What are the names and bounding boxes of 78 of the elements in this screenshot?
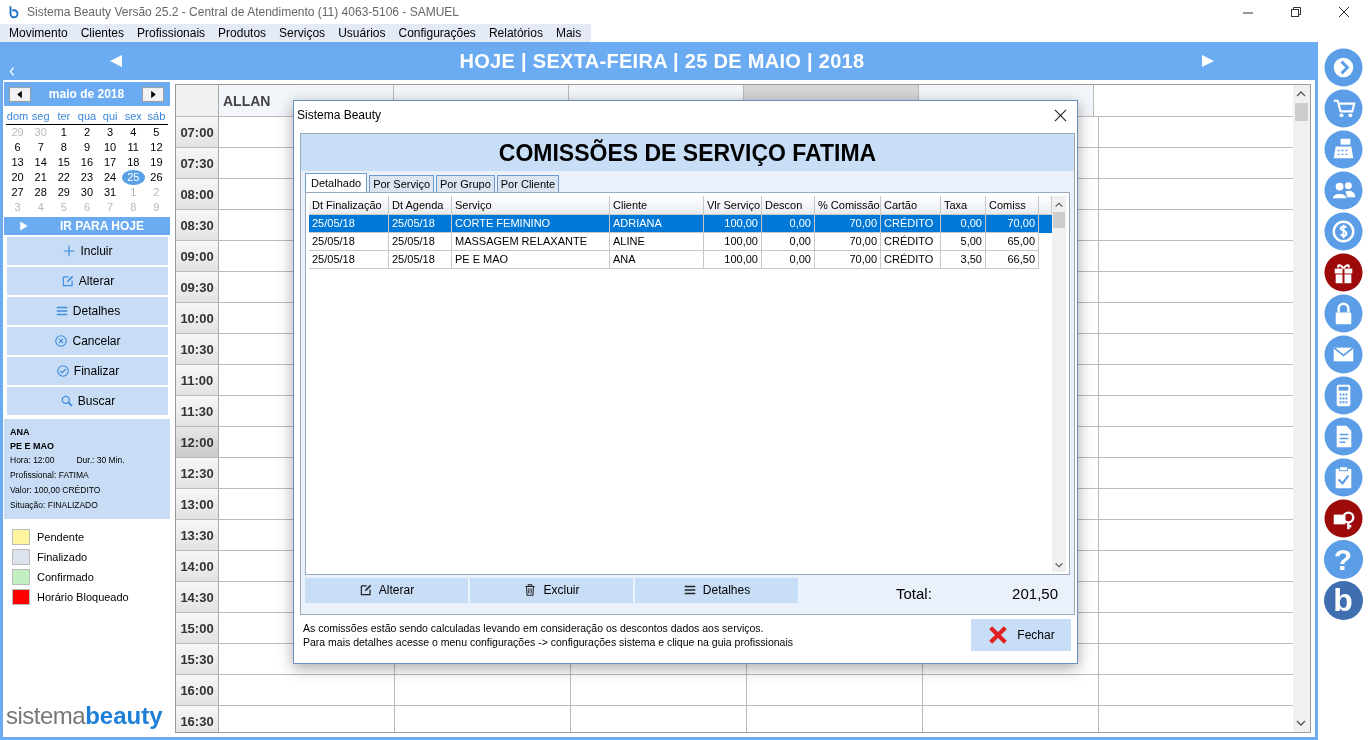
time-slot-label: 11:30 xyxy=(176,396,219,426)
weekday-label: seg xyxy=(29,109,53,125)
table-cell: ADRIANA xyxy=(610,215,704,233)
time-text: Hora: 12:00 xyxy=(10,454,55,467)
weekday-label: ter xyxy=(52,109,76,125)
total-value: 201,50 xyxy=(1012,584,1058,602)
note-text: As comissões estão sendo calculadas levando em consideração os descontos dados aos serviços. xyxy=(303,621,765,635)
time-slot-label: 12:00 xyxy=(176,427,219,457)
table-cell: 3,50 xyxy=(941,251,986,269)
client-name: ANA xyxy=(10,426,31,439)
table-cell: 0,00 xyxy=(762,251,815,269)
table-cell: 25/05/18 xyxy=(389,251,452,269)
service-name: PE E MAO xyxy=(10,440,55,453)
table-cell: 0,00 xyxy=(941,215,986,233)
weekday-label: qui xyxy=(98,109,122,125)
table-cell: 65,00 xyxy=(986,233,1039,251)
professional-text: Profissional: FATIMA xyxy=(10,469,90,482)
time-slot-label: 14:30 xyxy=(176,582,219,612)
table-cell: 70,00 xyxy=(815,215,881,233)
table-cell: 25/05/18 xyxy=(309,251,389,269)
time-slot-label: 07:00 xyxy=(176,117,219,147)
duration-text: Dur.: 30 Min. xyxy=(76,454,125,467)
status-text: Situação: FINALIZADO xyxy=(10,499,99,512)
table-cell: 25/05/18 xyxy=(389,233,452,251)
time-slot-label: 10:30 xyxy=(176,334,219,364)
table-cell: 100,00 xyxy=(704,251,762,269)
table-cell: PE E MAO xyxy=(452,251,610,269)
table-cell: ANA xyxy=(610,251,704,269)
table-cell: 0,00 xyxy=(762,233,815,251)
total-label: Total: xyxy=(896,584,932,602)
dialog-title: Sistema Beauty xyxy=(297,108,383,122)
time-slot-label: 09:00 xyxy=(176,241,219,271)
table-cell: CORTE FEMININO xyxy=(452,215,610,233)
table-cell: 70,00 xyxy=(815,233,881,251)
time-slot-label: 10:00 xyxy=(176,303,219,333)
table-cell: MASSAGEM RELAXANTE xyxy=(452,233,610,251)
time-slot-label: 08:00 xyxy=(176,179,219,209)
table-cell: 5,00 xyxy=(941,233,986,251)
time-slot-label: 13:30 xyxy=(176,520,219,550)
time-slot-label: 13:00 xyxy=(176,489,219,519)
time-slot-label: 12:30 xyxy=(176,458,219,488)
time-slot-label: 07:30 xyxy=(176,148,219,178)
table-cell: 100,00 xyxy=(704,233,762,251)
table-cell: ALINE xyxy=(610,233,704,251)
dialog-heading: COMISSÕES DE SERVIÇO FATIMA xyxy=(301,134,1074,171)
time-slot-label: 15:00 xyxy=(176,613,219,643)
weekday-label: sex xyxy=(121,109,145,125)
time-slot-label: 08:30 xyxy=(176,210,219,240)
table-cell: CRÉDITO xyxy=(881,233,941,251)
time-slot-label: 11:00 xyxy=(176,365,219,395)
table-cell: 25/05/18 xyxy=(309,215,389,233)
brand-logo: sistemabeauty xyxy=(5,703,164,729)
table-cell: 25/05/18 xyxy=(309,233,389,251)
weekday-label: dom xyxy=(6,109,30,125)
legend-label: Confirmado xyxy=(37,571,94,583)
month-label: maio de 2018 xyxy=(48,87,125,101)
value-text: Valor: 100,00 CRÉDITO xyxy=(10,484,102,497)
window-title: Sistema Beauty Versão 25.2 - Central de Atendimento (11) 4063-5106 - SAMUEL xyxy=(27,5,461,19)
time-slot-label: 15:30 xyxy=(176,644,219,674)
table-cell: CRÉDITO xyxy=(881,251,941,269)
legend-label: Pendente xyxy=(37,531,85,543)
date-title: HOJE | SEXTA-FEIRA | 25 DE MAIO | 2018 xyxy=(458,49,866,73)
table-cell: CRÉDITO xyxy=(881,215,941,233)
time-slot-label: 09:30 xyxy=(176,272,219,302)
time-slot-label: 16:00 xyxy=(176,675,219,705)
time-slot-label: 16:30 xyxy=(176,706,219,732)
legend-label: Finalizado xyxy=(37,551,88,563)
table-cell: 70,00 xyxy=(986,215,1039,233)
time-slot-label: 14:00 xyxy=(176,551,219,581)
table-cell: 0,00 xyxy=(762,215,815,233)
weekday-label: sáb xyxy=(144,109,168,125)
table-cell: 70,00 xyxy=(815,251,881,269)
legend-label: Horário Bloqueado xyxy=(37,591,129,603)
table-cell: 25/05/18 xyxy=(389,215,452,233)
table-cell: 66,50 xyxy=(986,251,1039,269)
table-cell: 100,00 xyxy=(704,215,762,233)
weekday-label: qua xyxy=(75,109,99,125)
note-text: Para mais detalhes acesse o menu configurações -> configurações sistema e clique na guia profissionais xyxy=(303,635,794,649)
